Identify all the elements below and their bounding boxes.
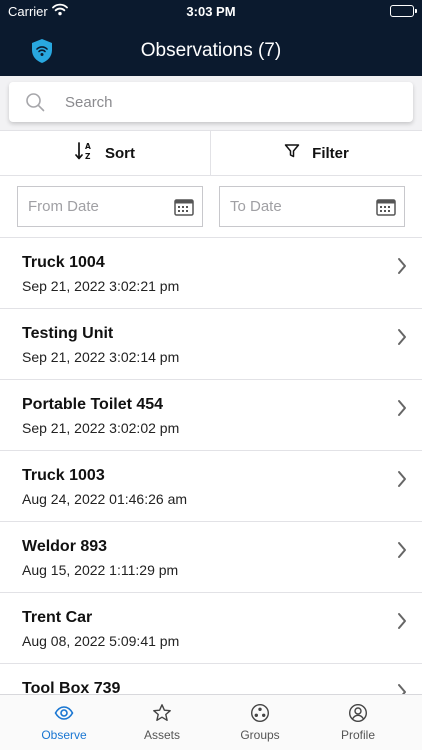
item-name: Truck 1003 <box>22 467 105 484</box>
bottom-tab-bar: Observe Assets Groups Profile <box>0 694 422 750</box>
chevron-right-icon <box>396 611 408 631</box>
date-range-section: From Date To Date <box>0 176 422 238</box>
tab-profile[interactable]: Profile <box>309 695 407 750</box>
list-item[interactable]: Truck 1003 Aug 24, 2022 01:46:26 am <box>0 451 422 522</box>
observation-list: Truck 1004 Sep 21, 2022 3:02:21 pm Testi… <box>0 238 422 694</box>
item-name: Trent Car <box>22 609 93 626</box>
tab-assets[interactable]: Assets <box>113 695 211 750</box>
svg-text:Z: Z <box>85 152 91 161</box>
sort-label: Sort <box>105 144 135 162</box>
item-timestamp: Sep 21, 2022 3:02:21 pm <box>22 278 180 294</box>
item-name: Testing Unit <box>22 325 114 342</box>
chevron-right-icon <box>396 398 408 418</box>
battery-icon <box>390 5 417 17</box>
list-item[interactable]: Tool Box 739 <box>0 664 422 694</box>
page-title: Observations (7) <box>140 40 282 61</box>
item-name: Tool Box 739 <box>22 680 121 694</box>
svg-text:A: A <box>85 142 91 151</box>
tab-label: Assets <box>143 728 180 742</box>
to-date-placeholder: To Date <box>230 198 282 215</box>
tab-label: Observe <box>41 728 87 742</box>
item-timestamp: Aug 15, 2022 1:11:29 pm <box>22 562 179 578</box>
item-timestamp: Aug 08, 2022 5:09:41 pm <box>22 633 180 649</box>
chevron-right-icon <box>396 256 408 276</box>
tab-groups[interactable]: Groups <box>211 695 309 750</box>
chevron-right-icon <box>396 540 408 560</box>
nav-bar: Observations (7) <box>0 26 422 76</box>
status-time: 3:03 PM <box>186 4 236 19</box>
list-item[interactable]: Truck 1004 Sep 21, 2022 3:02:21 pm <box>0 238 422 309</box>
profile-icon <box>348 703 368 723</box>
chevron-right-icon <box>396 469 408 489</box>
list-item[interactable]: Portable Toilet 454 Sep 21, 2022 3:02:02… <box>0 380 422 451</box>
filter-button[interactable]: Filter <box>211 131 422 175</box>
search-section <box>0 76 422 130</box>
item-name: Truck 1004 <box>22 254 105 271</box>
sort-filter-toolbar: A Z Sort Filter <box>0 130 422 176</box>
eye-icon <box>54 703 74 723</box>
tab-label: Profile <box>340 728 375 742</box>
sort-az-icon: A Z <box>75 141 105 165</box>
search-bar[interactable] <box>9 82 413 122</box>
filter-funnel-icon <box>284 143 312 163</box>
tab-observe[interactable]: Observe <box>15 695 113 750</box>
search-input[interactable] <box>65 82 395 122</box>
item-name: Portable Toilet 454 <box>22 396 164 413</box>
from-date-placeholder: From Date <box>28 198 99 215</box>
groups-icon <box>250 703 270 723</box>
tab-label: Groups <box>240 728 280 742</box>
to-date-field[interactable]: To Date <box>219 186 405 227</box>
from-date-field[interactable]: From Date <box>17 186 203 227</box>
app-header: Carrier 3:03 PM Observations (7) <box>0 0 422 76</box>
chevron-right-icon <box>396 327 408 347</box>
item-timestamp: Sep 21, 2022 3:02:14 pm <box>22 349 180 365</box>
list-item[interactable]: Weldor 893 Aug 15, 2022 1:11:29 pm <box>0 522 422 593</box>
sort-button[interactable]: A Z Sort <box>0 131 211 175</box>
item-timestamp: Sep 21, 2022 3:02:02 pm <box>22 420 180 436</box>
list-item[interactable]: Trent Car Aug 08, 2022 5:09:41 pm <box>0 593 422 664</box>
status-bar: Carrier 3:03 PM <box>0 0 422 22</box>
list-item[interactable]: Testing Unit Sep 21, 2022 3:02:14 pm <box>0 309 422 380</box>
item-name: Weldor 893 <box>22 538 108 555</box>
search-icon <box>25 92 45 112</box>
filter-label: Filter <box>312 144 349 162</box>
calendar-icon[interactable] <box>174 198 194 216</box>
star-icon <box>152 703 172 723</box>
chevron-right-icon <box>396 682 408 694</box>
item-timestamp: Aug 24, 2022 01:46:26 am <box>22 491 188 507</box>
calendar-icon[interactable] <box>376 198 396 216</box>
